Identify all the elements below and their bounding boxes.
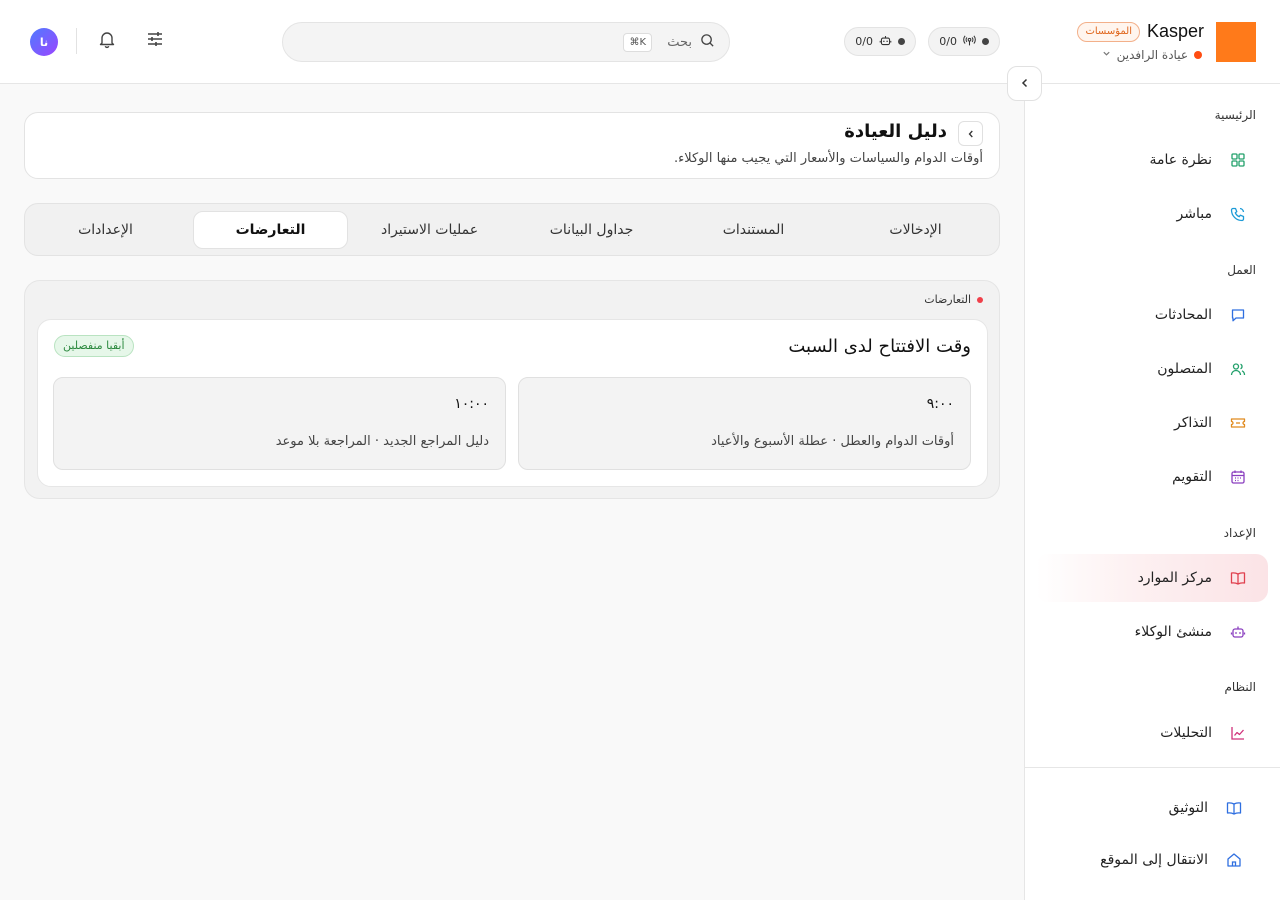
plan-badge: المؤسسات [1077, 22, 1140, 42]
tab-entries[interactable]: الإدخالات [838, 211, 993, 249]
sidebar-item-contacts[interactable]: المتصلون [1036, 345, 1268, 393]
org-status-dot [1194, 51, 1202, 59]
sidebar-item-label: الانتقال إلى الموقع [1100, 852, 1208, 868]
calendar-icon [1230, 469, 1246, 485]
page-subtitle: أوقات الدوام والسياسات والأسعار التي يجي… [673, 151, 983, 166]
status-badge[interactable]: أبقيا منفصلين [54, 335, 134, 357]
conflict-option[interactable]: ١٠:٠٠ دليل المراجع الجديد · المراجعة بلا… [53, 377, 506, 470]
users-icon [1230, 361, 1246, 377]
alert-dot [977, 296, 983, 303]
sidebar-item-live[interactable]: مباشر [1036, 190, 1268, 238]
sidebar-item-label: التحليلات [1160, 725, 1212, 741]
avatar[interactable]: نا [30, 28, 58, 56]
conflicts-panel-label: التعارضات [924, 293, 983, 306]
conflict-card: وقت الافتتاح لدى السبت أبقيا منفصلين ٩:٠… [37, 319, 988, 487]
phone-icon [1230, 206, 1246, 222]
sidebar-item-analytics[interactable]: التحليلات [1036, 709, 1268, 757]
sidebar-item-label: المحادثات [1154, 307, 1212, 323]
docs-icon [1226, 800, 1242, 816]
page-header: دليل العيادة أوقات الدوام والسياسات والأ… [24, 112, 1000, 179]
chevron-left-icon [966, 124, 976, 143]
chat-icon [1230, 307, 1246, 323]
sidebar-section-home: الرئيسية [1214, 108, 1256, 122]
status-dot [982, 38, 989, 45]
sidebar-item-conversations[interactable]: المحادثات [1036, 291, 1268, 339]
antenna-icon [963, 34, 976, 50]
sidebar-section-setup: الإعداد [1223, 526, 1256, 540]
sidebar-item-documentation[interactable]: التوثيق [1036, 788, 1268, 828]
sidebar-item-label: التوثيق [1168, 800, 1208, 816]
brand-logo[interactable] [1216, 22, 1256, 62]
conflict-option-value: ١٠:٠٠ [454, 396, 489, 412]
sidebar-item-label: منشئ الوكلاء [1134, 624, 1212, 640]
top-bar: Kasper المؤسسات عيادة الرافدين 0/0 0/0 ⌘… [0, 0, 1280, 84]
sidebar-section-work: العمل [1227, 263, 1256, 277]
sidebar-item-resource-center[interactable]: مركز الموارد [1036, 554, 1268, 602]
conflict-title: وقت الافتتاح لدى السبت [788, 336, 971, 357]
agents-value: 0/0 [855, 35, 873, 48]
sidebar-item-go-to-site[interactable]: الانتقال إلى الموقع [1036, 840, 1268, 880]
conflict-option-value: ٩:٠٠ [926, 396, 954, 412]
conflict-option[interactable]: ٩:٠٠ أوقات الدوام والعطل · عطلة الأسبوع … [518, 377, 971, 470]
bell-icon [97, 29, 117, 53]
sidebar-item-label: التذاكر [1173, 415, 1212, 431]
tab-settings[interactable]: الإعدادات [28, 211, 183, 249]
tab-imports[interactable]: عمليات الاستيراد [352, 211, 507, 249]
tab-conflicts[interactable]: التعارضات [193, 211, 348, 249]
robot-icon [1230, 624, 1246, 640]
brand-name: Kasper [1146, 21, 1204, 41]
sidebar-item-label: مباشر [1176, 206, 1212, 222]
sidebar-item-label: مركز الموارد [1137, 570, 1212, 586]
chart-icon [1230, 725, 1246, 741]
search-shortcut-hint: ⌘K [623, 32, 652, 52]
home-icon [1226, 852, 1242, 868]
chevron-down-icon [1102, 49, 1111, 61]
sidebar-item-agent-builder[interactable]: منشئ الوكلاء [1036, 608, 1268, 656]
status-dot [898, 38, 905, 45]
sidebar-item-label: نظرة عامة [1149, 152, 1212, 168]
org-switcher[interactable]: عيادة الرافدين [1102, 46, 1202, 64]
sliders-icon [145, 29, 165, 53]
conflicts-label-text: التعارضات [924, 293, 971, 306]
conflict-option-source: دليل المراجع الجديد · المراجعة بلا موعد [275, 434, 489, 449]
sidebar-footer-divider [1024, 767, 1280, 768]
conflicts-panel: التعارضات وقت الافتتاح لدى السبت أبقيا م… [24, 280, 1000, 499]
sidebar-item-overview[interactable]: نظرة عامة [1036, 136, 1268, 184]
live-channels-value: 0/0 [939, 35, 957, 48]
back-button[interactable] [958, 121, 983, 146]
robot-icon [879, 34, 892, 50]
search-input[interactable] [660, 34, 692, 50]
sidebar-item-tickets[interactable]: التذاكر [1036, 399, 1268, 447]
notifications-button[interactable] [94, 28, 120, 54]
sidebar-section-system: النظام [1224, 680, 1256, 694]
tab-documents[interactable]: المستندات [676, 211, 831, 249]
chevron-left-icon [1019, 74, 1031, 93]
conflict-option-source: أوقات الدوام والعطل · عطلة الأسبوع والأع… [711, 434, 954, 449]
live-channels-counter[interactable]: 0/0 [928, 27, 1000, 56]
filters-button[interactable] [142, 28, 168, 54]
org-name: عيادة الرافدين [1116, 48, 1188, 62]
sidebar-item-label: المتصلون [1157, 361, 1212, 377]
search-box[interactable]: ⌘K [282, 22, 730, 62]
sidebar: الرئيسية نظرة عامة مباشر العمل المحادثات… [1024, 84, 1280, 900]
book-icon [1230, 570, 1246, 586]
resource-tabs: الإدخالات المستندات جداول البيانات عمليا… [24, 203, 1000, 256]
grid-icon [1230, 152, 1246, 168]
search-icon [700, 33, 715, 52]
sidebar-collapse-button[interactable] [1007, 66, 1042, 101]
page-title: دليل العيادة [844, 121, 947, 142]
agents-counter[interactable]: 0/0 [844, 27, 916, 56]
toolbar-divider [76, 28, 77, 54]
tab-data-tables[interactable]: جداول البيانات [514, 211, 669, 249]
ticket-icon [1230, 415, 1246, 431]
sidebar-item-calendar[interactable]: التقويم [1036, 453, 1268, 501]
sidebar-item-label: التقويم [1172, 469, 1212, 485]
